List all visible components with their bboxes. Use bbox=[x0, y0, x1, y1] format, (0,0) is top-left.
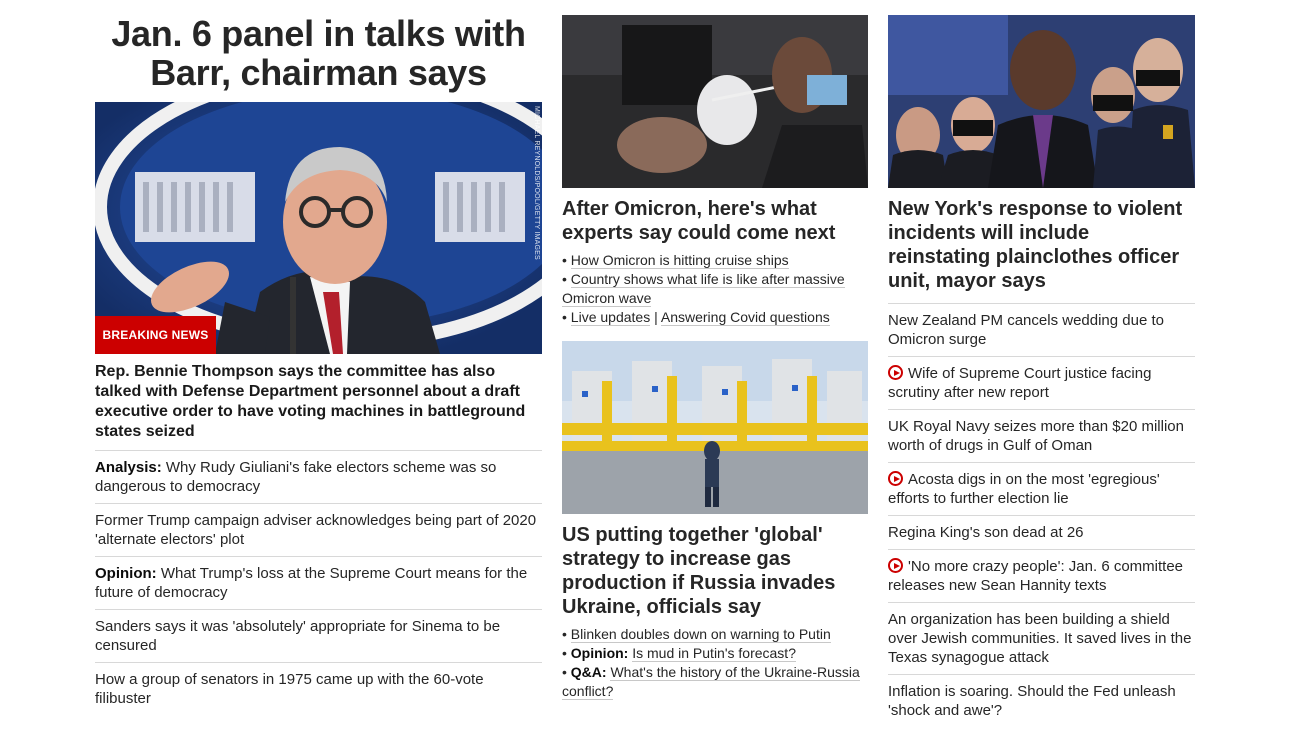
item-text: An organization has been building a shie… bbox=[888, 611, 1192, 666]
list-item[interactable]: Former Trump campaign adviser acknowledg… bbox=[95, 504, 542, 557]
mayor-press-photo bbox=[888, 15, 1195, 188]
item-text: 'No more crazy people': Jan. 6 committee… bbox=[888, 558, 1184, 594]
list-item[interactable]: Sanders says it was 'absolutely' appropr… bbox=[95, 610, 542, 663]
item-text: Regina King's son dead at 26 bbox=[888, 524, 1084, 541]
item-label: Opinion: bbox=[95, 565, 157, 582]
list-item[interactable]: Acosta digs in on the most 'egregious' e… bbox=[888, 463, 1195, 516]
list-item[interactable]: New Zealand PM cancels wedding due to Om… bbox=[888, 304, 1195, 357]
video-play-icon bbox=[888, 365, 903, 380]
item-text: Former Trump campaign adviser acknowledg… bbox=[95, 512, 537, 548]
list-item[interactable]: Regina King's son dead at 26 bbox=[888, 516, 1195, 550]
list-item[interactable]: Analysis: Why Rudy Giuliani's fake elect… bbox=[95, 451, 542, 504]
lead-story-image[interactable]: MICHAEL REYNOLDS/POOL/GETTY IMAGES BREAK… bbox=[95, 102, 542, 354]
bullet-line: • Opinion: Is mud in Putin's forecast? bbox=[562, 645, 796, 662]
related-link[interactable]: Answering Covid questions bbox=[660, 309, 830, 326]
related-link[interactable]: Blinken doubles down on warning to Putin bbox=[570, 626, 831, 643]
item-text: Wife of Supreme Court justice facing scr… bbox=[888, 365, 1152, 401]
ny-story-image[interactable] bbox=[888, 15, 1195, 188]
lead-related-list: Analysis: Why Rudy Giuliani's fake elect… bbox=[95, 451, 542, 715]
bullet-line: • Country shows what life is like after … bbox=[562, 271, 845, 307]
item-text: Inflation is soaring. Should the Fed unl… bbox=[888, 683, 1176, 719]
list-item[interactable]: 'No more crazy people': Jan. 6 committee… bbox=[888, 550, 1195, 603]
item-text: What Trump's loss at the Supreme Court m… bbox=[95, 565, 528, 601]
lead-story-column: Jan. 6 panel in talks with Barr, chairma… bbox=[95, 0, 542, 715]
omicron-story-image[interactable] bbox=[562, 15, 868, 188]
video-play-icon bbox=[888, 558, 903, 573]
bullet-line: • Live updates | Answering Covid questio… bbox=[562, 309, 830, 326]
middle-column: After Omicron, here's what experts say c… bbox=[562, 0, 868, 701]
right-column: New York's response to violent incidents… bbox=[888, 0, 1195, 727]
related-link[interactable]: How Omicron is hitting cruise ships bbox=[570, 252, 789, 269]
related-link[interactable]: Live updates bbox=[570, 309, 651, 326]
item-text: UK Royal Navy seizes more than $20 milli… bbox=[888, 418, 1184, 454]
gas-headline[interactable]: US putting together 'global' strategy to… bbox=[562, 523, 868, 619]
list-item[interactable]: An organization has been building a shie… bbox=[888, 603, 1195, 675]
related-link[interactable]: Country shows what life is like after ma… bbox=[562, 271, 845, 307]
list-item[interactable]: Inflation is soaring. Should the Fed unl… bbox=[888, 675, 1195, 727]
ny-headline[interactable]: New York's response to violent incidents… bbox=[888, 197, 1195, 293]
item-label: Analysis: bbox=[95, 459, 162, 476]
list-item[interactable]: Opinion: What Trump's loss at the Suprem… bbox=[95, 557, 542, 610]
gas-pipeline-photo bbox=[562, 341, 868, 514]
item-text: New Zealand PM cancels wedding due to Om… bbox=[888, 312, 1164, 348]
related-link[interactable]: What's the history of the Ukraine-Russia… bbox=[562, 664, 860, 700]
link-separator: | bbox=[654, 309, 658, 325]
related-link[interactable]: Is mud in Putin's forecast? bbox=[632, 645, 796, 662]
list-item[interactable]: UK Royal Navy seizes more than $20 milli… bbox=[888, 410, 1195, 463]
gas-story-image[interactable] bbox=[562, 341, 868, 514]
right-story-list: New Zealand PM cancels wedding due to Om… bbox=[888, 303, 1195, 727]
list-item[interactable]: How a group of senators in 1975 came up … bbox=[95, 663, 542, 715]
covid-test-photo bbox=[562, 15, 868, 188]
omicron-related: • How Omicron is hitting cruise ships • … bbox=[562, 251, 868, 327]
omicron-headline[interactable]: After Omicron, here's what experts say c… bbox=[562, 197, 868, 245]
bullet-line: • Q&A: What's the history of the Ukraine… bbox=[562, 664, 860, 700]
gas-related: • Blinken doubles down on warning to Put… bbox=[562, 625, 868, 701]
item-text: How a group of senators in 1975 came up … bbox=[95, 671, 484, 707]
item-text: Sanders says it was 'absolutely' appropr… bbox=[95, 618, 501, 654]
bullet-line: • How Omicron is hitting cruise ships bbox=[562, 252, 789, 269]
lead-caption[interactable]: Rep. Bennie Thompson says the committee … bbox=[95, 362, 542, 451]
breaking-news-badge: BREAKING NEWS bbox=[95, 316, 216, 354]
bullet-line: • Blinken doubles down on warning to Put… bbox=[562, 626, 831, 643]
image-credit: MICHAEL REYNOLDS/POOL/GETTY IMAGES bbox=[533, 106, 540, 260]
lead-headline[interactable]: Jan. 6 panel in talks with Barr, chairma… bbox=[95, 14, 542, 92]
list-item[interactable]: Wife of Supreme Court justice facing scr… bbox=[888, 357, 1195, 410]
item-label: Q&A: bbox=[570, 664, 607, 680]
item-label: Opinion: bbox=[570, 645, 629, 661]
video-play-icon bbox=[888, 471, 903, 486]
item-text: Acosta digs in on the most 'egregious' e… bbox=[888, 471, 1160, 507]
